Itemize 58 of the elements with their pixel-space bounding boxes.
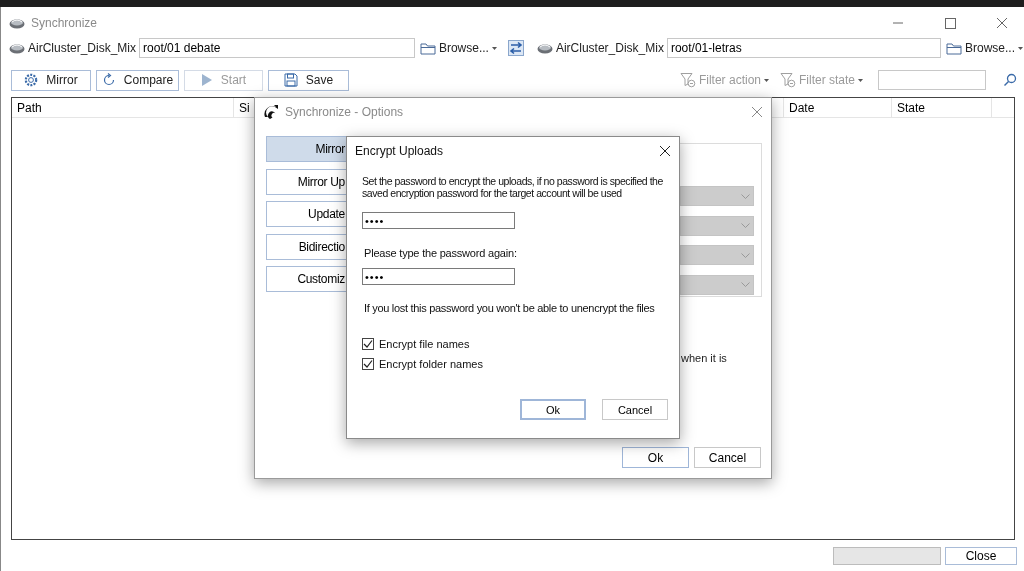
caret-icon	[491, 46, 497, 50]
chevron-icon	[741, 193, 750, 199]
filter-icon	[679, 72, 696, 88]
caret-icon	[764, 78, 769, 82]
filter-icon	[780, 72, 796, 88]
gear-icon	[24, 73, 39, 87]
save-icon	[283, 73, 298, 87]
option-description: when it is	[680, 352, 728, 364]
disk-icon	[536, 42, 553, 54]
checkbox[interactable]	[362, 338, 374, 350]
sync-icon	[263, 104, 279, 120]
column-header: Path	[12, 98, 234, 117]
column-header: Date	[784, 98, 892, 117]
browse-button[interactable]: Browse...	[944, 41, 1024, 55]
close-icon[interactable]	[659, 145, 671, 157]
mode-button[interactable]: Customiz	[266, 266, 347, 292]
account-label: AirCluster_Disk_Mix	[555, 41, 664, 55]
password-field[interactable]: ••••	[362, 212, 515, 229]
mode-button[interactable]: Update	[266, 201, 347, 227]
path-field[interactable]: root/01 debate	[139, 38, 415, 58]
chevron-icon	[741, 252, 750, 258]
column-header: State	[892, 98, 992, 117]
swap-icon[interactable]	[507, 40, 524, 56]
mode-button[interactable]: Bidirectio	[266, 233, 347, 260]
window-title: Synchronize	[31, 15, 99, 30]
field-label: Please type the password again:	[363, 247, 518, 259]
browse-button[interactable]: Browse...	[417, 41, 499, 55]
dialog-button[interactable]: Ok	[622, 447, 689, 468]
checkbox-label[interactable]: Encrypt file names	[379, 338, 470, 350]
dialog-title: Encrypt Uploads	[355, 144, 445, 158]
close-button[interactable]: Close	[945, 547, 1017, 565]
toolbar-button[interactable]: Compare	[96, 69, 179, 91]
caret-icon	[1018, 46, 1023, 50]
chevron-icon	[741, 223, 750, 228]
path-field[interactable]: root/01-letras	[666, 38, 941, 58]
mode-button[interactable]: Mirror Up	[266, 168, 347, 195]
dialog-button[interactable]: Cancel	[602, 399, 668, 420]
dialog-button[interactable]: Cancel	[694, 447, 761, 468]
checkbox-label[interactable]: Encrypt folder names	[379, 358, 483, 370]
toolbar-button[interactable]: Save	[268, 69, 349, 91]
dialog-message: Set the password to encrypt the uploads, if no password is specified the saved encryption password for the target account will be used	[362, 175, 664, 199]
play-icon	[200, 73, 213, 87]
dialog-button[interactable]: Ok	[520, 399, 586, 420]
folder-icon	[946, 41, 962, 55]
account-label: AirCluster_Disk_Mix	[28, 41, 137, 55]
chevron-icon	[741, 282, 750, 287]
toolbar-button[interactable]: Mirror	[11, 69, 91, 91]
password-field[interactable]: ••••	[362, 268, 515, 285]
search-icon[interactable]	[1003, 73, 1017, 87]
folder-icon	[419, 41, 436, 55]
checkbox[interactable]	[362, 358, 374, 370]
warning-text: If you lost this password you won't be able to unencrypt the files	[363, 302, 656, 314]
caret-icon	[858, 78, 863, 82]
mode-button[interactable]: Mirror	[266, 136, 347, 162]
disk-icon	[9, 16, 25, 29]
search-field[interactable]	[878, 70, 986, 90]
refresh-icon	[101, 73, 116, 87]
disk-icon	[9, 42, 25, 54]
